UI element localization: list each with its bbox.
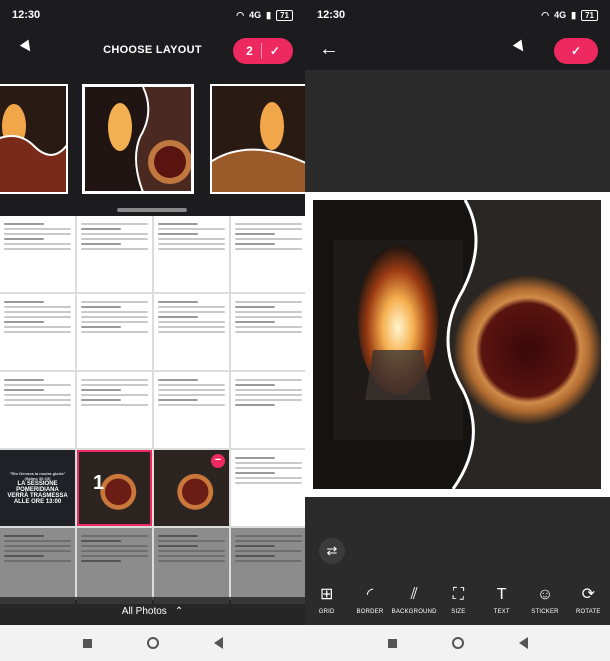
grid-icon: ⊞ (319, 586, 334, 603)
photo-thumbnail[interactable] (77, 216, 152, 292)
size-icon: ⛶ (452, 586, 464, 603)
layout-preview (0, 86, 66, 192)
signal-icon: ▮ (571, 9, 577, 20)
photo-thumbnail[interactable] (0, 372, 75, 448)
confirm-selection-button[interactable]: 2 ✓ (233, 38, 293, 64)
photo-thumbnail-selected[interactable]: − (154, 450, 229, 526)
text-icon: T (496, 586, 507, 603)
system-nav-bar (0, 625, 610, 661)
tool-label: BORDER (356, 609, 384, 615)
tool-label: TEXT (493, 609, 510, 615)
recents-icon[interactable] (82, 638, 92, 648)
tool-label: BACKGROUND (391, 609, 437, 615)
photo-thumbnail[interactable] (231, 528, 305, 604)
top-bar: ▼ CHOOSE LAYOUT 2 ✓ (0, 30, 305, 70)
status-icons: ◠ 4G ▮ 71 (541, 9, 598, 21)
selected-count: 2 (246, 44, 253, 58)
choose-layout-screen: 12:30 ◠ 4G ▮ 71 ▼ CHOOSE LAYOUT 2 ✓ "Rio… (0, 0, 305, 625)
photo-thumbnail[interactable] (0, 294, 75, 370)
photo-thumbnail[interactable] (231, 450, 305, 526)
tool-label: GRID (318, 609, 335, 615)
paint-bucket-icon[interactable]: ▼ (507, 33, 534, 60)
chevron-up-icon: ⌃ (174, 605, 184, 617)
layout-preview (212, 86, 305, 192)
editor-screen: 12:30 ◠ 4G ▮ 71 ← ▼ ✓ ⇄ ⊞ GRID ◜ BORDER … (305, 0, 610, 625)
editor-toolbar: ⊞ GRID ◜ BORDER ⫽ BACKGROUND ⛶ SIZE T TE… (305, 585, 610, 625)
network-label: 4G (249, 10, 262, 20)
nav-buttons (0, 625, 305, 661)
recents-icon[interactable] (387, 638, 397, 648)
status-icons: ◠ 4G ▮ 71 (236, 9, 293, 21)
tool-rotate[interactable]: ⟳ ROTATE (567, 585, 610, 625)
all-photos-label: All Photos (121, 605, 167, 617)
network-label: 4G (554, 10, 567, 20)
banner-text: ALLE ORE 13:00 (13, 499, 62, 505)
photo-thumbnail[interactable]: "Rio Genova la nostra gloria" (Salmo 30:… (0, 450, 75, 526)
battery-icon: 71 (276, 9, 293, 21)
rotate-icon: ⟳ (581, 586, 596, 603)
photo-grid: "Rio Genova la nostra gloria" (Salmo 30:… (0, 216, 305, 604)
tool-size[interactable]: ⛶ SIZE (437, 585, 480, 625)
all-photos-button[interactable]: All Photos ⌃ (0, 597, 305, 625)
check-icon: ✓ (570, 44, 582, 58)
photo-thumbnail[interactable] (77, 294, 152, 370)
collage-preview[interactable] (313, 200, 601, 489)
collage-canvas[interactable] (305, 192, 610, 497)
drag-handle[interactable] (117, 208, 187, 212)
back-icon[interactable] (518, 637, 528, 649)
top-bar: ← ▼ ✓ (305, 30, 610, 70)
tool-background[interactable]: ⫽ BACKGROUND (392, 585, 437, 625)
wifi-icon: ◠ (236, 9, 245, 20)
photo-thumbnail[interactable] (231, 294, 305, 370)
tool-label: STICKER (531, 609, 559, 615)
photo-thumbnail[interactable] (231, 372, 305, 448)
status-time: 12:30 (12, 9, 41, 21)
photo-thumbnail[interactable] (77, 372, 152, 448)
border-icon: ◜ (366, 586, 374, 603)
tool-label: ROTATE (575, 609, 601, 615)
selection-number: 1 (93, 472, 105, 494)
wifi-icon: ◠ (541, 9, 550, 20)
background-icon: ⫽ (410, 586, 418, 603)
battery-icon: 71 (581, 9, 598, 21)
sticker-icon: ☺ (536, 586, 554, 603)
layout-strip[interactable] (0, 76, 305, 206)
check-icon: ✓ (269, 44, 280, 58)
photo-thumbnail[interactable] (154, 372, 229, 448)
status-time: 12:30 (317, 9, 346, 21)
status-bar: 12:30 ◠ 4G ▮ 71 (305, 0, 610, 30)
tool-border[interactable]: ◜ BORDER (348, 585, 391, 625)
photo-thumbnail[interactable] (154, 294, 229, 370)
photo-thumbnail[interactable] (0, 528, 75, 604)
photo-thumbnail[interactable] (231, 216, 305, 292)
home-icon[interactable] (146, 637, 159, 649)
status-bar: 12:30 ◠ 4G ▮ 71 (0, 0, 305, 30)
banner-text: LA SESSIONE POMERIDIANA (16, 481, 59, 493)
layout-preview (85, 87, 191, 191)
tool-sticker[interactable]: ☺ STICKER (523, 585, 566, 625)
tool-label: SIZE (451, 609, 466, 615)
confirm-button[interactable]: ✓ (554, 38, 598, 64)
home-icon[interactable] (451, 637, 464, 649)
nav-buttons (305, 625, 610, 661)
back-icon[interactable] (213, 637, 223, 649)
shuffle-icon: ⇄ (326, 543, 338, 558)
remove-icon[interactable]: − (211, 454, 225, 468)
divider (260, 43, 262, 59)
layout-option[interactable] (0, 84, 68, 194)
photo-thumbnail[interactable] (0, 216, 75, 292)
layout-option-selected[interactable] (82, 84, 194, 194)
photo-thumbnail[interactable] (154, 528, 229, 604)
shuffle-button[interactable]: ⇄ (319, 538, 345, 564)
tool-text[interactable]: T TEXT (480, 585, 523, 625)
photo-thumbnail[interactable] (77, 528, 152, 604)
photo-thumbnail-selected[interactable]: 1 (77, 450, 152, 526)
signal-icon: ▮ (266, 9, 272, 20)
back-arrow-icon[interactable]: ← (319, 38, 339, 61)
tool-grid[interactable]: ⊞ GRID (305, 585, 348, 625)
layout-option[interactable] (210, 84, 305, 194)
photo-thumbnail[interactable] (154, 216, 229, 292)
collage-image (313, 200, 601, 489)
